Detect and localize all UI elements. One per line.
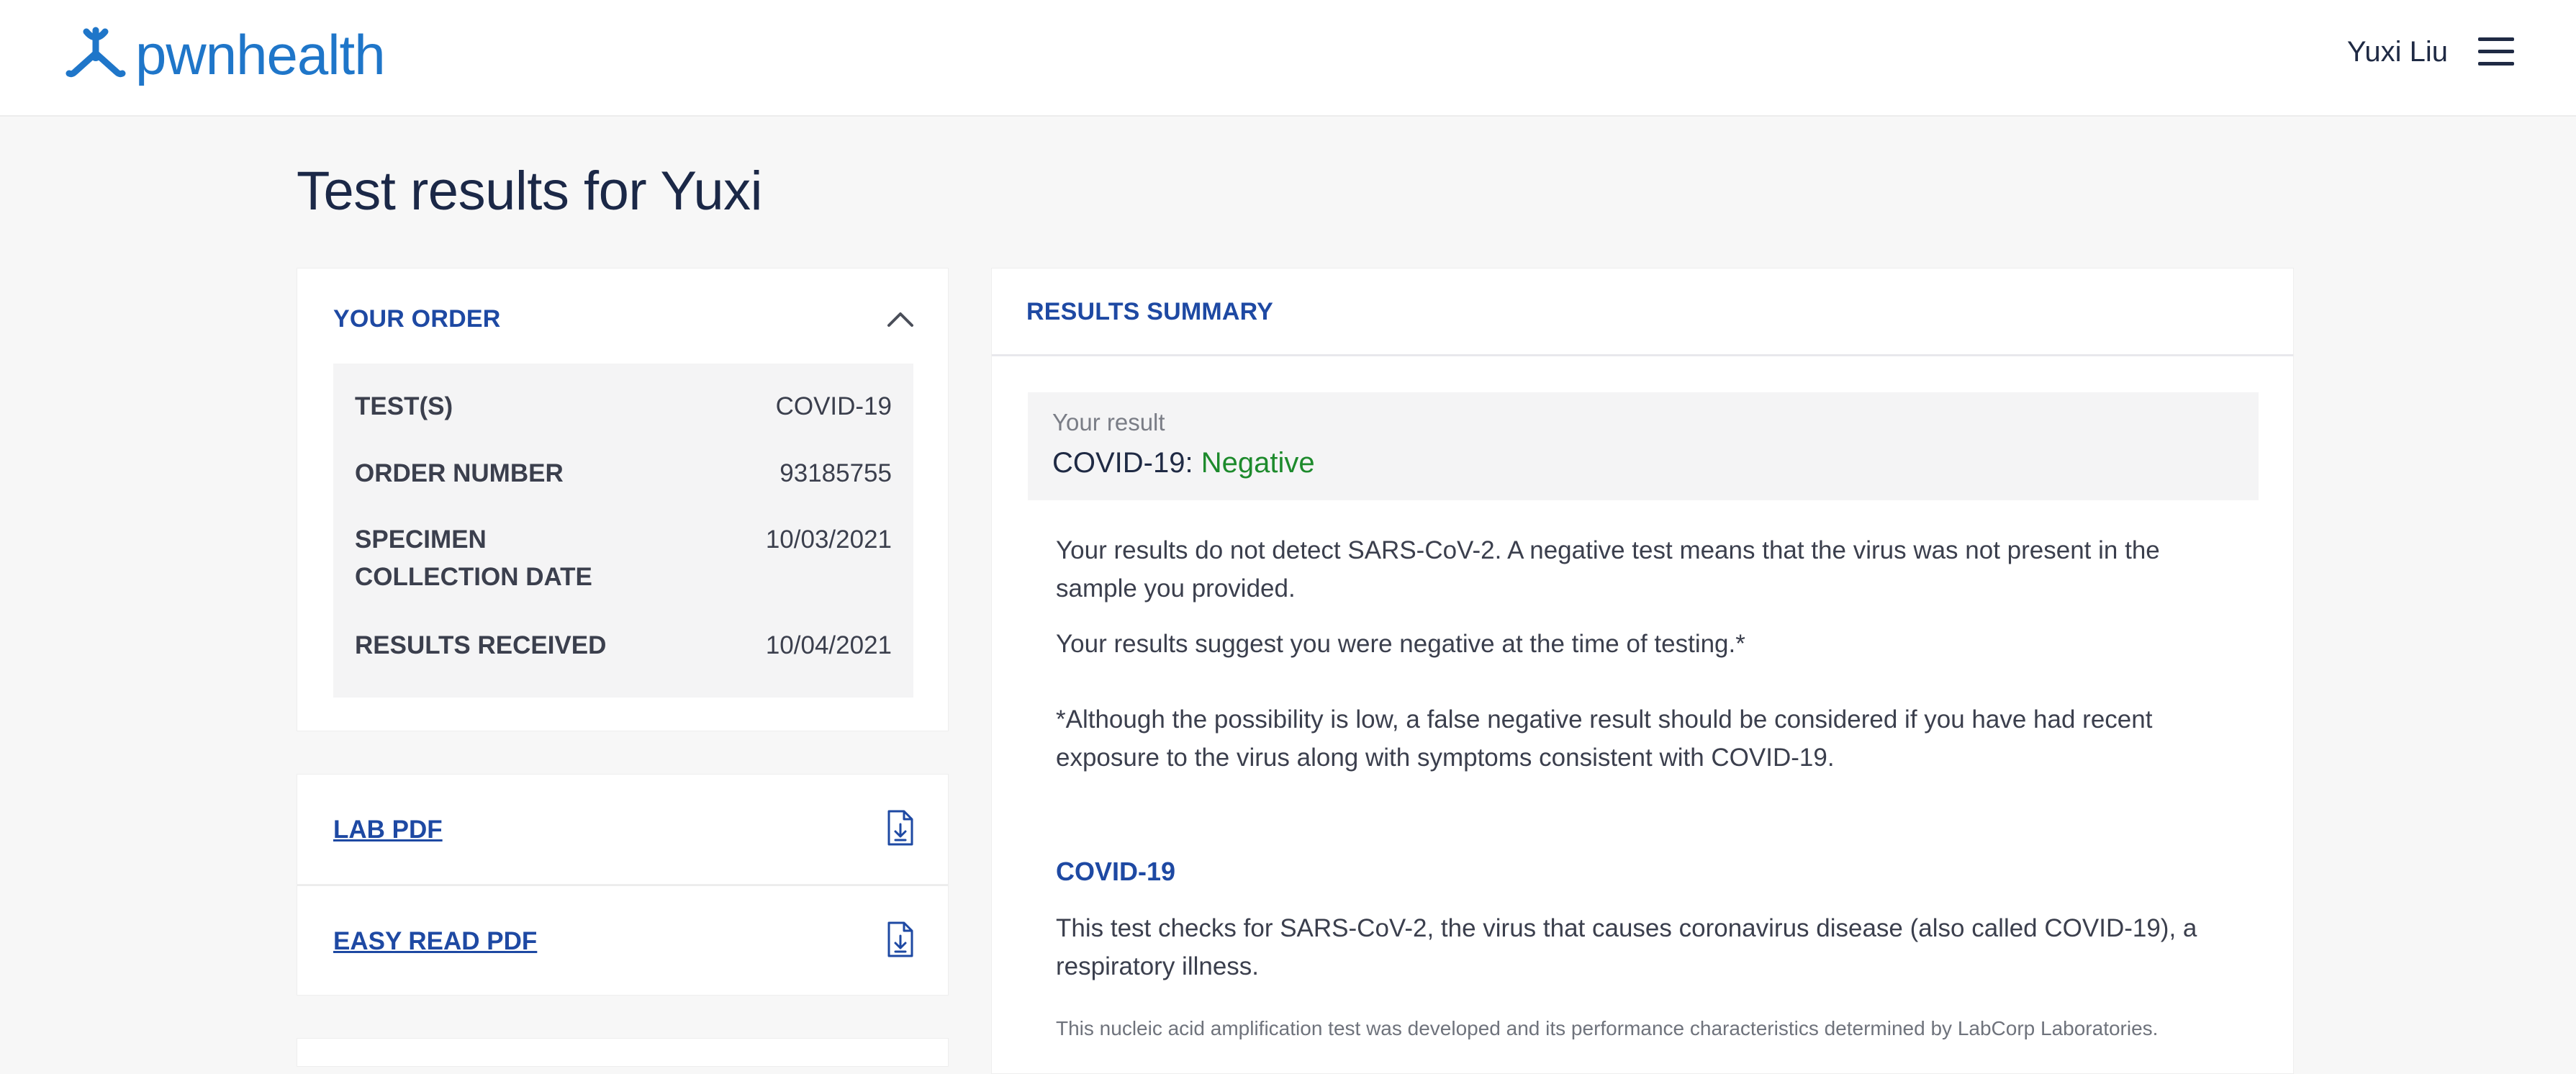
chevron-up-icon[interactable] [886,306,915,332]
order-value: COVID-19 [775,392,892,420]
results-summary-card: RESULTS SUMMARY Your result COVID-19: Ne… [991,268,2294,1074]
order-row-results-received: RESULTS RECEIVED 10/04/2021 [355,627,892,664]
order-value: 10/03/2021 [765,525,892,554]
your-result-box: Your result COVID-19: Negative [1028,392,2259,500]
results-summary-header: RESULTS SUMMARY [992,268,2293,356]
your-result-label: Your result [1052,409,1165,436]
download-file-icon[interactable] [886,921,915,958]
download-file-icon[interactable] [886,809,915,847]
order-label: RESULTS RECEIVED [355,631,607,659]
lab-note: This nucleic acid amplification test was… [1056,1017,2159,1039]
pwnhealth-logo[interactable]: pwnhealth [65,23,386,86]
result-explanation: Your results do not detect SARS-CoV-2. A… [1056,536,2160,603]
order-details-table: TEST(S) COVID-19 ORDER NUMBER 93185755 S… [333,364,913,698]
easy-read-pdf-card: EASY READ PDF [297,885,949,996]
your-order-card: YOUR ORDER TEST(S) COVID-19 ORDER NUMBER… [297,268,949,731]
your-order-heading[interactable]: YOUR ORDER [333,304,500,333]
order-label: SPECIMEN COLLECTION DATE [355,525,592,591]
order-row-tests: TEST(S) COVID-19 [355,388,892,425]
covid-description: This test checks for SARS-CoV-2, the vir… [1056,914,2197,980]
results-summary-heading: RESULTS SUMMARY [1026,298,1273,325]
order-label: TEST(S) [355,392,453,420]
page-title: Test results for Yuxi [297,161,763,222]
order-value: 10/04/2021 [765,631,892,659]
top-navigation-bar: pwnhealth Yuxi Liu [0,0,2576,117]
order-row-order-number: ORDER NUMBER 93185755 [355,455,892,492]
covid-section-heading: COVID-19 [1056,857,1176,886]
result-test-name: COVID-19: [1052,447,1193,479]
order-label: ORDER NUMBER [355,459,564,487]
hamburger-menu-icon[interactable] [2478,37,2514,66]
order-value: 93185755 [779,459,892,487]
user-name[interactable]: Yuxi Liu [2347,32,2448,72]
lab-pdf-link[interactable]: LAB PDF [333,814,443,846]
result-line: COVID-19: Negative [1052,444,1315,482]
false-negative-note: *Although the possibility is low, a fals… [1056,705,2153,772]
result-status: Negative [1201,447,1315,479]
lab-pdf-card: LAB PDF [297,774,949,885]
additional-card [297,1038,949,1067]
order-row-collection-date: SPECIMEN COLLECTION DATE 10/03/2021 [355,521,892,596]
easy-read-pdf-link[interactable]: EASY READ PDF [333,926,537,957]
result-suggestion: Your results suggest you were negative a… [1056,630,1745,658]
logo-wordmark: pwnhealth [135,23,386,86]
pwnhealth-logo-icon [65,27,126,78]
